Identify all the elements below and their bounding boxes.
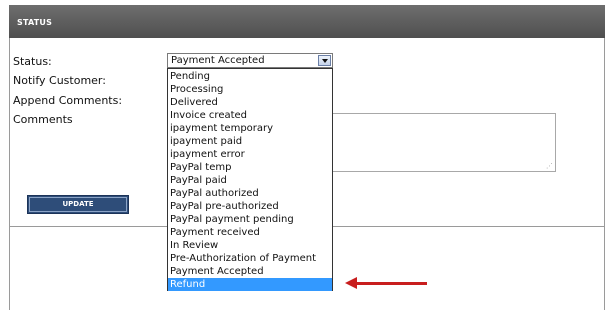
dropdown-option[interactable]: Invoice created — [168, 109, 332, 122]
dropdown-option[interactable]: Processing — [168, 83, 332, 96]
resize-grip-icon[interactable]: ⋰ — [546, 163, 553, 170]
dropdown-option[interactable]: ipayment temporary — [168, 122, 332, 135]
dropdown-option[interactable]: ipayment error — [168, 148, 332, 161]
update-button[interactable]: UPDATE — [27, 195, 129, 214]
annotation-arrow-shaft — [355, 282, 427, 285]
dropdown-option[interactable]: In Review — [168, 239, 332, 252]
dropdown-option[interactable]: Delivered — [168, 96, 332, 109]
dropdown-option[interactable]: Pre-Authorization of Payment — [168, 252, 332, 265]
dropdown-option[interactable]: PayPal pre-authorized — [168, 200, 332, 213]
dropdown-option[interactable]: ipayment paid — [168, 135, 332, 148]
status-select[interactable]: Payment Accepted — [167, 53, 333, 68]
append-comments-label: Append Comments: — [13, 94, 123, 107]
status-panel-header: STATUS — [9, 5, 605, 38]
comments-label: Comments — [13, 113, 73, 126]
status-select-value: Payment Accepted — [171, 55, 265, 66]
notify-customer-label: Notify Customer: — [13, 74, 106, 87]
dropdown-option[interactable]: Pending — [168, 70, 332, 83]
dropdown-option[interactable]: Payment Accepted — [168, 265, 332, 278]
dropdown-option[interactable]: Payment received — [168, 226, 332, 239]
status-dropdown-list[interactable]: Pending Processing Delivered Invoice create… — [167, 68, 333, 291]
comments-textarea[interactable]: ⋰ — [330, 113, 556, 172]
dropdown-option[interactable]: PayPal payment pending — [168, 213, 332, 226]
status-label: Status: — [13, 55, 52, 68]
dropdown-option[interactable]: PayPal paid — [168, 174, 332, 187]
panel-title: STATUS — [17, 18, 53, 27]
dropdown-option[interactable]: PayPal authorized — [168, 187, 332, 200]
dropdown-option[interactable]: Refund — [168, 278, 332, 291]
dropdown-option[interactable]: PayPal temp — [168, 161, 332, 174]
dropdown-arrow-icon[interactable] — [318, 55, 331, 66]
